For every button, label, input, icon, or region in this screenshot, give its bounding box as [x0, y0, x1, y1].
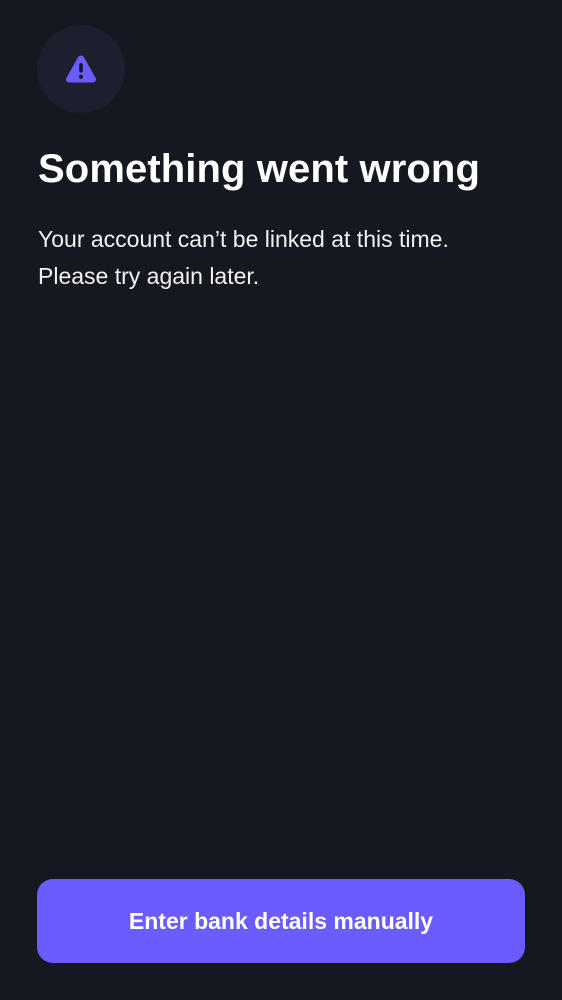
warning-triangle-icon: [66, 55, 96, 83]
enter-bank-details-manually-button[interactable]: Enter bank details manually: [37, 879, 525, 963]
error-message-line-1: Your account can’t be linked at this tim…: [38, 226, 449, 252]
error-message-line-2: Please try again later.: [38, 263, 260, 289]
warning-icon-badge: [37, 25, 125, 113]
error-message: Your account can’t be linked at this tim…: [38, 221, 528, 295]
error-title: Something went wrong: [38, 147, 480, 191]
error-screen: Something went wrong Your account can’t …: [0, 0, 562, 1000]
